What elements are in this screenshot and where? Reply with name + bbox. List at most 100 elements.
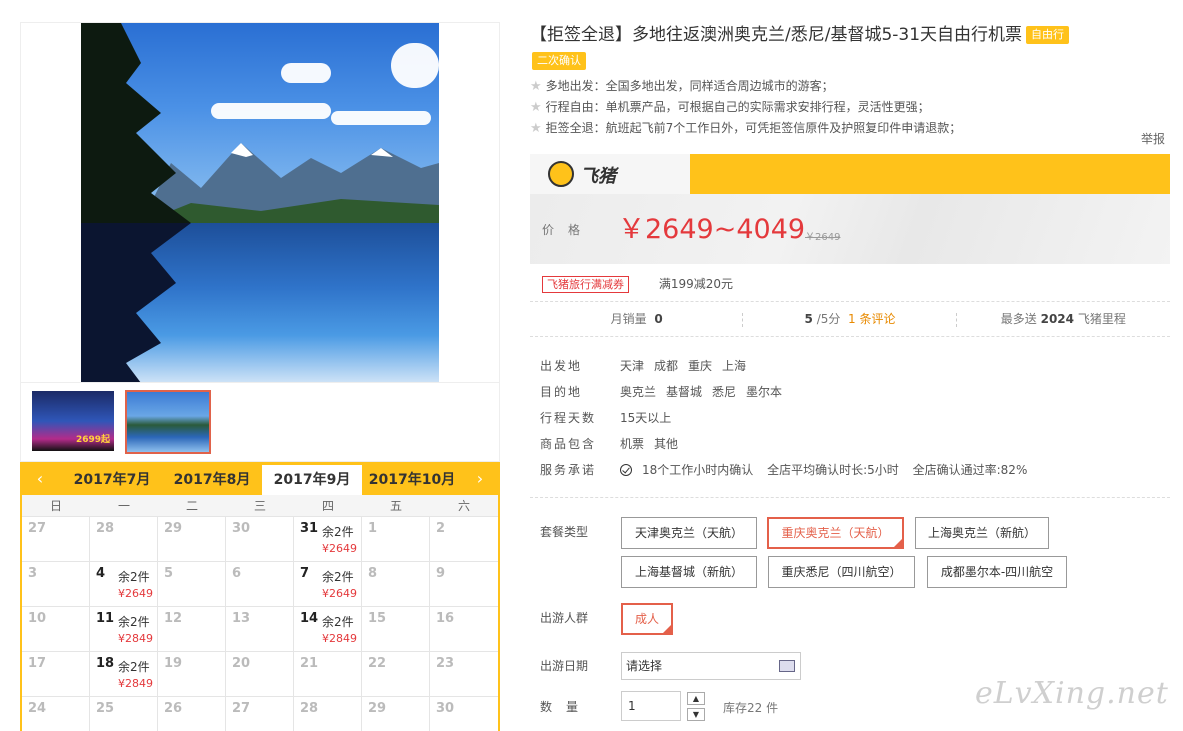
calendar-day-number: 20 bbox=[232, 656, 251, 671]
date-picker-input[interactable]: 请选择 bbox=[621, 652, 801, 680]
second-confirm-badge: 二次确认 bbox=[532, 52, 586, 70]
thumbnail-1[interactable]: 2699起 bbox=[32, 391, 114, 451]
stock-text: 库存22 件 bbox=[723, 701, 779, 715]
calendar-day-number: 18 bbox=[96, 656, 115, 671]
calendar-day: 23 bbox=[430, 652, 498, 697]
calendar-day-number: 21 bbox=[300, 656, 319, 671]
qty-increase-icon[interactable]: ▲ bbox=[687, 692, 705, 705]
calendar-day: 12 bbox=[158, 607, 226, 652]
calendar-day-available[interactable]: 7 余2件 ¥2649 bbox=[294, 562, 362, 607]
calendar-day-price: ¥2849 bbox=[118, 632, 153, 645]
image-cloud bbox=[211, 103, 331, 119]
quantity-input[interactable]: 1 bbox=[621, 691, 681, 721]
calendar-day: 5 bbox=[158, 562, 226, 607]
reviews-link[interactable]: 1 条评论 bbox=[848, 312, 895, 326]
includes-item: 其他 bbox=[654, 437, 679, 451]
month-tab-3-active[interactable]: 2017年9月 bbox=[262, 465, 362, 495]
feature-item: ★ 行程自由：单机票产品，可根据自己的实际需求安排行程，灵活性更强； bbox=[530, 97, 1170, 118]
calendar-day-number: 8 bbox=[368, 566, 378, 581]
month-tab-4[interactable]: 2017年10月 bbox=[362, 462, 462, 495]
coupon-tag[interactable]: 飞猪旅行满减券 bbox=[542, 276, 629, 293]
stats-bar: 月销量 0 5 /5分 1 条评论 最多送 2024 飞猪里程 bbox=[530, 301, 1170, 337]
price-box: 价格 ￥2649~4049 ￥2649 bbox=[530, 194, 1170, 264]
calendar-day: 22 bbox=[362, 652, 430, 697]
dest-city: 墨尔本 bbox=[746, 385, 783, 399]
calendar-day-number: 28 bbox=[300, 701, 319, 716]
calendar-day: 27 bbox=[22, 517, 90, 562]
mileage: 最多送 2024 飞猪里程 bbox=[957, 302, 1170, 336]
month-tab-1[interactable]: 2017年7月 bbox=[62, 462, 162, 495]
gallery: 2699起 bbox=[20, 22, 500, 462]
calendar-day: 30 bbox=[430, 697, 498, 731]
calendar-day-available[interactable]: 14 余2件 ¥2849 bbox=[294, 607, 362, 652]
days-row: 行程天数 15天以上 bbox=[540, 405, 1160, 431]
group-option-selected[interactable]: 成人 bbox=[621, 603, 673, 635]
calendar-day-price: ¥2649 bbox=[118, 587, 153, 600]
report-link[interactable]: 举报 bbox=[1141, 130, 1165, 147]
thumbnail-2-image bbox=[127, 392, 209, 452]
product-title: 【拒签全退】多地往返澳洲奥克兰/悉尼/基督城5-31天自由行机票 自由行 bbox=[530, 22, 1170, 48]
calendar-day-price: ¥2849 bbox=[118, 677, 153, 690]
calendar-day-available[interactable]: 4 余2件 ¥2649 bbox=[90, 562, 158, 607]
calendar-day-number: 28 bbox=[96, 521, 115, 536]
calendar-day-number: 16 bbox=[436, 611, 455, 626]
free-travel-badge: 自由行 bbox=[1026, 26, 1070, 44]
calendar-day-number: 11 bbox=[96, 611, 115, 626]
package-option[interactable]: 重庆悉尼（四川航空） bbox=[768, 556, 915, 588]
brand-bar-triangle bbox=[665, 154, 690, 194]
calendar-day-number: 15 bbox=[368, 611, 387, 626]
weekday-label: 六 bbox=[457, 499, 470, 513]
qty-decrease-icon[interactable]: ▼ bbox=[687, 708, 705, 721]
package-option[interactable]: 成都墨尔本-四川航空 bbox=[927, 556, 1067, 588]
calendar-day-remaining: 余2件 bbox=[322, 615, 354, 629]
package-option-selected[interactable]: 重庆奥克兰（天航） bbox=[767, 517, 904, 549]
service-row: 服务承诺 18个工作小时内确认 全店平均确认时长:5小时 全店确认通过率:82% bbox=[540, 457, 1160, 483]
calendar-day-available[interactable]: 11 余2件 ¥2849 bbox=[90, 607, 158, 652]
dest-city: 奥克兰 bbox=[620, 385, 657, 399]
calendar-day: 28 bbox=[294, 697, 362, 731]
main-product-image[interactable] bbox=[81, 23, 439, 382]
calendar-day-number: 27 bbox=[232, 701, 251, 716]
package-option[interactable]: 天津奥克兰（天航） bbox=[621, 517, 757, 549]
calendar-icon[interactable] bbox=[779, 660, 795, 672]
includes-item: 机票 bbox=[620, 437, 645, 451]
depart-values: 天津 成都 重庆 上海 bbox=[620, 353, 756, 379]
calendar-day-number: 24 bbox=[28, 701, 47, 716]
calendar-day: 27 bbox=[226, 697, 294, 731]
package-option[interactable]: 上海基督城（新航） bbox=[621, 556, 757, 588]
month-tab-2[interactable]: 2017年8月 bbox=[162, 462, 262, 495]
calendar-day: 10 bbox=[22, 607, 90, 652]
calendar-day-number: 2 bbox=[436, 521, 446, 536]
prev-month-arrow-icon[interactable]: ‹ bbox=[30, 469, 50, 488]
weekday-label: 四 bbox=[321, 499, 334, 513]
coupon-row: 飞猪旅行满减券 满199减20元 bbox=[542, 275, 733, 293]
calendar-day: 16 bbox=[430, 607, 498, 652]
calendar-day-number: 13 bbox=[232, 611, 251, 626]
depart-city: 重庆 bbox=[688, 359, 713, 373]
calendar-day-number: 25 bbox=[96, 701, 115, 716]
thumbnail-2-selected[interactable] bbox=[125, 390, 211, 454]
calendar-day-available[interactable]: 31 余2件 ¥2649 bbox=[294, 517, 362, 562]
mileage-prefix: 最多送 bbox=[1000, 312, 1037, 326]
weekday-label: 一 bbox=[117, 499, 130, 513]
product-title-text: 【拒签全退】多地往返澳洲奥克兰/悉尼/基督城5-31天自由行机票 bbox=[530, 25, 1023, 45]
package-option[interactable]: 上海奥克兰（新航） bbox=[915, 517, 1049, 549]
feature-text: 多地出发：全国多地出发，同样适合周边城市的游客； bbox=[545, 79, 834, 93]
next-month-arrow-icon[interactable]: › bbox=[470, 469, 490, 488]
includes-values: 机票 其他 bbox=[620, 431, 688, 457]
calendar-grid: 27 28 29 30 31 余2件 ¥2649 1 2 3 4 余2件 ¥2649 5 6 7 余2件 ¥264… bbox=[22, 517, 498, 731]
calendar-day: 28 bbox=[90, 517, 158, 562]
calendar-day: 30 bbox=[226, 517, 294, 562]
coupon-text: 满199减20元 bbox=[658, 277, 734, 291]
calendar-day: 17 bbox=[22, 652, 90, 697]
calendar-day-number: 14 bbox=[300, 611, 319, 626]
calendar-day-number: 19 bbox=[164, 656, 183, 671]
section-divider bbox=[530, 497, 1170, 498]
date-placeholder: 请选择 bbox=[626, 659, 663, 673]
product-attributes: 出发地 天津 成都 重庆 上海 目的地 奥克兰 基督城 悉尼 墨尔本 行程天数 15天以上 … bbox=[540, 353, 1160, 483]
calendar-day-number: 7 bbox=[300, 566, 310, 581]
calendar-day: 13 bbox=[226, 607, 294, 652]
rating-suffix: /5分 bbox=[816, 312, 841, 326]
calendar-day-number: 9 bbox=[436, 566, 446, 581]
calendar-day-available[interactable]: 18 余2件 ¥2849 bbox=[90, 652, 158, 697]
